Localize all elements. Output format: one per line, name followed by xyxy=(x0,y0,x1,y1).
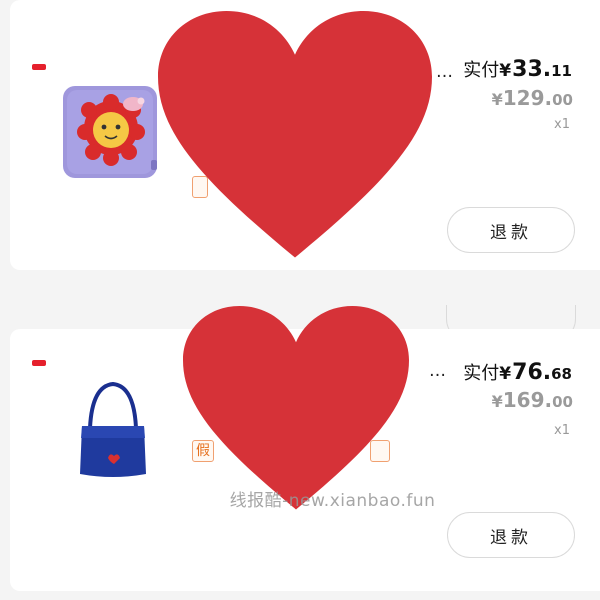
paid-decimal: 68 xyxy=(551,365,572,383)
watermark-text: 线报酷-new.xianbao.fun xyxy=(229,491,436,511)
paid-amount: 实付¥76.68 xyxy=(463,359,572,385)
refund-button[interactable]: 退款 xyxy=(447,512,575,558)
original-decimal: 00 xyxy=(552,91,573,109)
heart-redaction-icon xyxy=(158,10,432,258)
heart-redaction-icon xyxy=(183,306,409,510)
original-price: ¥169.00 xyxy=(492,388,573,412)
paid-label: 实付 xyxy=(463,60,500,81)
paid-integer: 33. xyxy=(512,57,552,82)
paid-currency: ¥ xyxy=(499,364,512,384)
refund-button[interactable]: 退款 xyxy=(447,207,575,253)
original-price: ¥129.00 xyxy=(492,86,573,110)
quantity: x1 xyxy=(554,117,570,132)
original-currency: ¥ xyxy=(491,392,503,411)
product-name[interactable]: … xyxy=(429,361,447,381)
original-decimal: 00 xyxy=(552,393,573,411)
original-integer: 129. xyxy=(502,86,553,110)
paid-amount: 实付¥33.11 xyxy=(463,56,572,82)
product-name[interactable]: … xyxy=(436,62,454,82)
shop-logo-icon xyxy=(32,360,46,366)
paid-decimal: 11 xyxy=(551,62,572,80)
shop-logo-icon xyxy=(32,64,46,70)
paid-label: 实付 xyxy=(463,363,500,384)
paid-currency: ¥ xyxy=(499,61,512,81)
paid-integer: 76. xyxy=(512,360,552,385)
quantity: x1 xyxy=(554,423,570,438)
original-currency: ¥ xyxy=(491,90,503,109)
original-integer: 169. xyxy=(502,388,553,412)
tote-bag-icon[interactable] xyxy=(72,380,154,482)
lion-cushion-icon[interactable] xyxy=(53,80,165,185)
